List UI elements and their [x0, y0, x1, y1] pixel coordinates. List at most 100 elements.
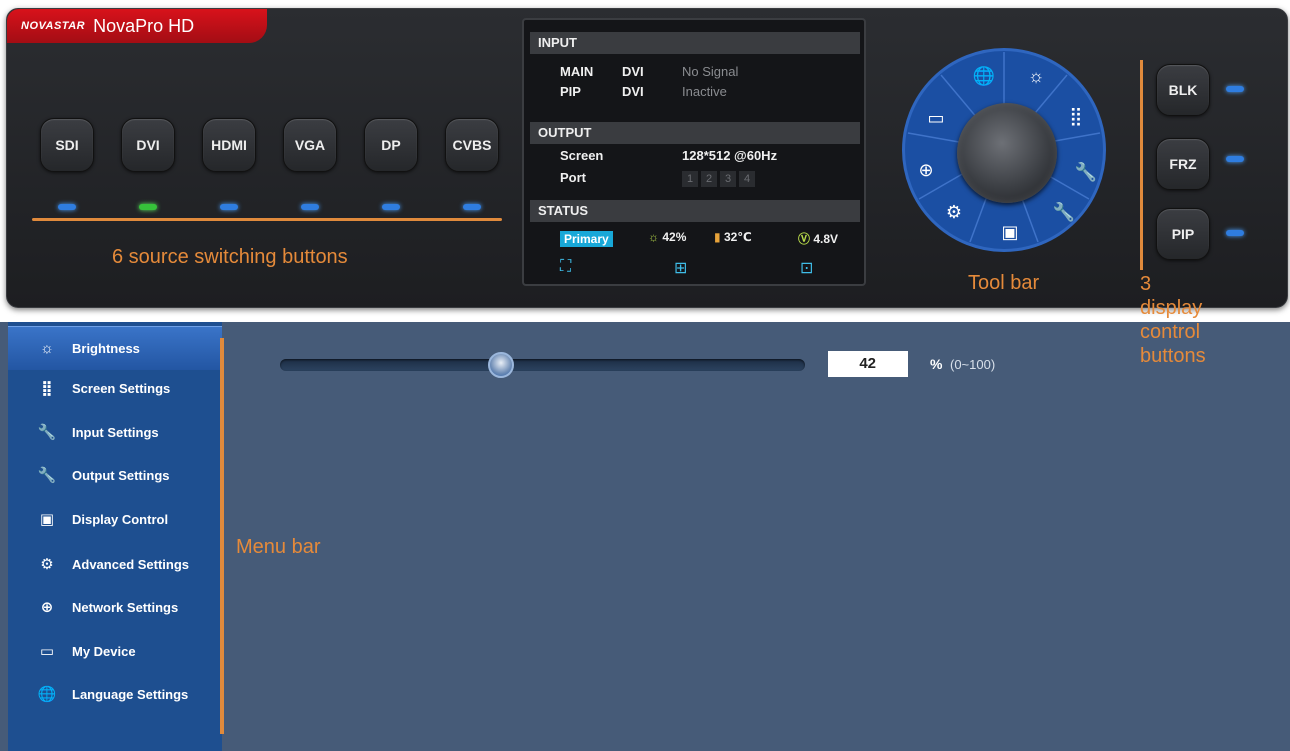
input-main-type: DVI [622, 64, 644, 79]
port-1: 1 [682, 171, 698, 187]
menu-item-advanced-settings[interactable]: ⚙ Advanced Settings [8, 542, 222, 586]
menu-item-input-settings[interactable]: 🔧 Input Settings [8, 410, 222, 454]
menu-item-label: Advanced Settings [72, 556, 190, 572]
image-icon: ▣ [39, 511, 55, 528]
menu-item-label: Brightness [72, 341, 140, 356]
menu-item-output-settings[interactable]: 🔧 Output Settings [8, 453, 222, 497]
primary-label: Primary [560, 231, 613, 247]
blk-button[interactable]: BLK [1156, 64, 1210, 116]
input-settings-icon[interactable]: 🔧 [1073, 159, 1099, 185]
frz-button[interactable]: FRZ [1156, 138, 1210, 190]
network-topology-icon: ⊞ [674, 260, 688, 277]
source-button-hdmi[interactable]: HDMI [202, 118, 256, 172]
screen-label: Screen [560, 148, 604, 163]
annotation-line-3: buttons [1140, 345, 1206, 367]
unlock-icon: ⊡ [800, 260, 814, 277]
source-button-dp[interactable]: DP [364, 118, 418, 172]
brightness-slider-thumb[interactable] [487, 352, 514, 378]
input-pip-type: DVI [622, 84, 644, 99]
brightness-status: ☼ 42% [648, 230, 686, 244]
temperature-value: 32℃ [723, 230, 752, 244]
brightness-status-value: 42% [662, 230, 687, 244]
screen-settings-icon[interactable]: ⣿ [1063, 103, 1089, 129]
menu-item-screen-settings[interactable]: ⣿ Screen Settings [8, 366, 222, 410]
output-settings-icon[interactable]: 🔧 [1051, 199, 1077, 225]
menu-item-label: My Device [72, 643, 136, 659]
input-main-state: No Signal [682, 64, 739, 79]
display-control-annotation-line [1140, 60, 1143, 270]
menu-item-my-device[interactable]: ▭ My Device [8, 629, 222, 673]
menu-item-label: Screen Settings [72, 380, 171, 396]
grid-icon: ⣿ [41, 380, 53, 397]
pip-led [1226, 230, 1244, 236]
temperature-status: ▮ 32℃ [714, 230, 752, 244]
menu-item-label: Language Settings [72, 686, 189, 702]
source-led-dvi [139, 204, 157, 210]
frz-led [1226, 156, 1244, 162]
novastar-logo: NOVASTAR [21, 20, 86, 32]
menu-item-label: Input Settings [72, 424, 159, 440]
blk-led [1226, 86, 1244, 92]
control-knob[interactable] [957, 103, 1057, 203]
port-label: Port [560, 170, 586, 185]
tool-wheel[interactable]: 🌐 ☼ ⣿ 🔧 🔧 ▣ ⚙ ⊕ ▭ [902, 48, 1106, 252]
gear-icon: ⚙ [40, 556, 54, 573]
source-button-cvbs[interactable]: CVBS [445, 118, 499, 172]
input-pip-state: Inactive [682, 84, 727, 99]
input-header: INPUT [530, 32, 860, 54]
menu-item-label: Display Control [72, 511, 169, 527]
annotation-line-1: display [1140, 297, 1203, 319]
voltage-status: Ⓥ 4.8V [798, 230, 838, 247]
menu-item-label: Network Settings [72, 599, 179, 615]
wrench-out-icon: 🔧 [37, 467, 57, 484]
status-header: STATUS [530, 200, 860, 222]
port-4: 4 [739, 171, 755, 187]
advanced-settings-icon[interactable]: ⚙ [941, 199, 967, 225]
menu-item-label: Output Settings [72, 467, 170, 483]
source-button-dvi[interactable]: DVI [121, 118, 175, 172]
device-icon: ▭ [39, 643, 55, 660]
wrench-in-icon: 🔧 [37, 424, 57, 441]
display-control-icon[interactable]: ▣ [997, 219, 1023, 245]
brightness-slider-track[interactable] [280, 359, 805, 371]
source-led-vga [301, 204, 319, 210]
toolbar-annotation: Tool bar [968, 272, 1040, 294]
network-icon[interactable]: ⊕ [913, 157, 939, 183]
brightness-icon[interactable]: ☼ [1023, 63, 1049, 89]
brightness-range: (0~100) [950, 357, 996, 372]
output-header: OUTPUT [530, 122, 860, 144]
voltage-icon: Ⓥ [798, 232, 811, 246]
globe-icon: ⊕ [40, 599, 54, 616]
input-main-label: MAIN [560, 64, 594, 79]
source-led-cvbs [463, 204, 481, 210]
display-control-annotation: 3 display control buttons [1140, 272, 1206, 368]
my-device-icon[interactable]: ▭ [923, 105, 949, 131]
menu-item-brightness[interactable]: ☼ Brightness [8, 326, 222, 370]
thermometer-icon: ▮ [714, 230, 721, 244]
menu-annotation: Menu bar [236, 536, 321, 558]
source-button-sdi[interactable]: SDI [40, 118, 94, 172]
port-2: 2 [701, 171, 717, 187]
source-led-hdmi [220, 204, 238, 210]
menu-item-language-settings[interactable]: 🌐 Language Settings [8, 672, 222, 716]
annotation-number: 3 [1140, 273, 1152, 295]
brand-banner: NOVASTAR NovaPro HD [7, 9, 267, 43]
source-annotation-line [32, 218, 502, 221]
primary-badge: Primary [560, 231, 613, 247]
port-indicators: 1234 [682, 170, 758, 187]
source-led-sdi [58, 204, 76, 210]
source-button-vga[interactable]: VGA [283, 118, 337, 172]
brightness-icon: ☼ [40, 340, 54, 357]
pip-button[interactable]: PIP [1156, 208, 1210, 260]
menu-item-network-settings[interactable]: ⊕ Network Settings [8, 585, 222, 629]
port-3: 3 [720, 171, 736, 187]
brightness-value-input[interactable]: 42 [828, 351, 908, 377]
menu-item-display-control[interactable]: ▣ Display Control [8, 497, 222, 541]
fullscreen-icon: ⛶ [560, 258, 572, 275]
input-pip-label: PIP [560, 84, 581, 99]
source-annotation: 6 source switching buttons [112, 246, 348, 268]
screen-value: 128*512 @60Hz [682, 148, 778, 163]
language-icon[interactable]: 🌐 [971, 63, 997, 89]
annotation-line-2: control [1140, 321, 1201, 343]
voltage-value: 4.8V [813, 232, 839, 246]
